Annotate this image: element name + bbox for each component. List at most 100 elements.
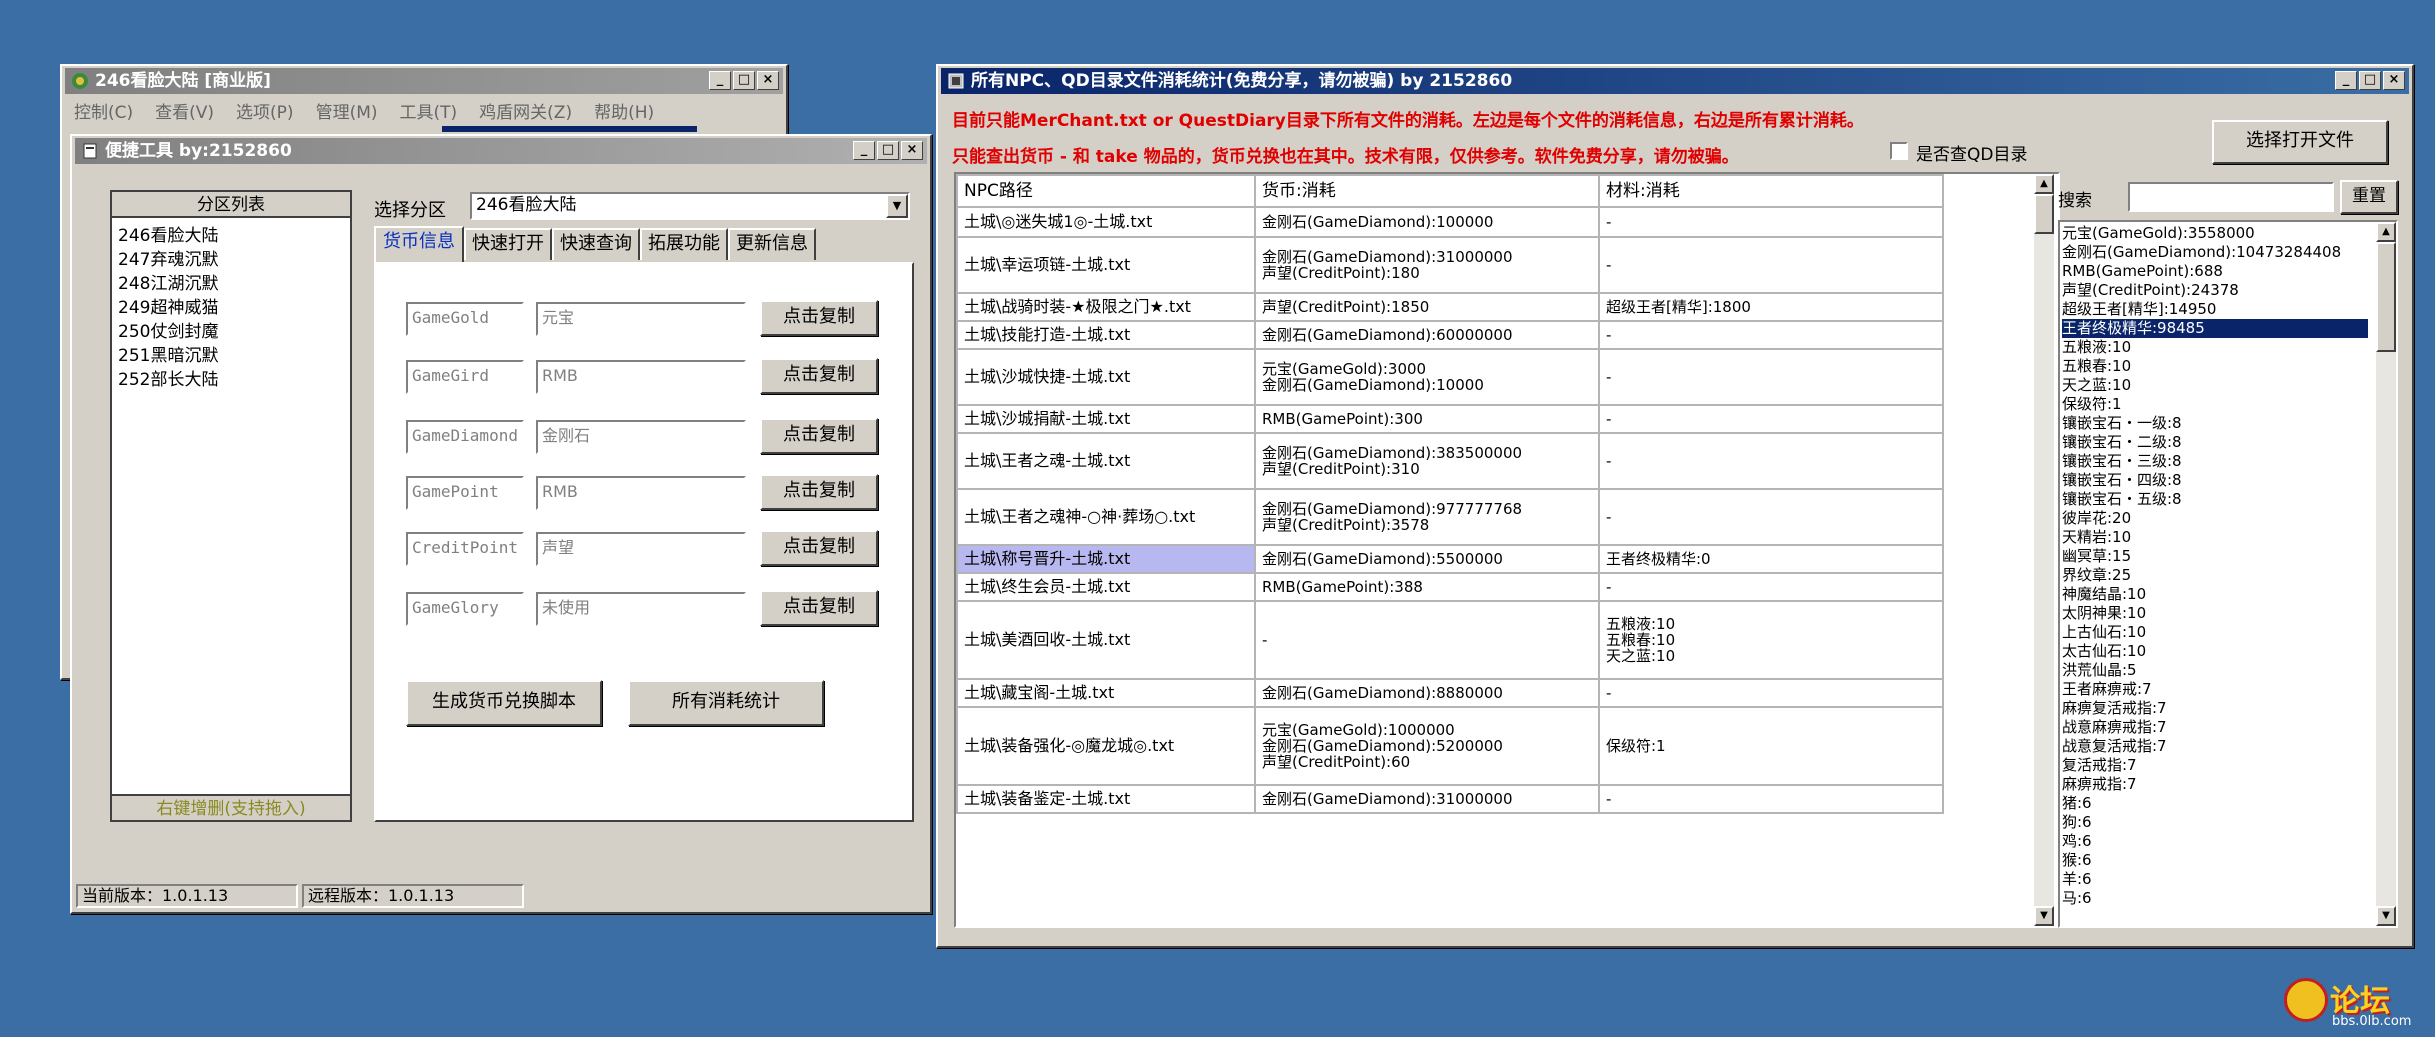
table-row[interactable]: 土城\王者之魂神-○神·葬场○.txt 金刚石(GameDiamond):9777… bbox=[956, 488, 2023, 546]
scroll-thumb[interactable] bbox=[2034, 194, 2054, 234]
tool-close-button[interactable]: × bbox=[901, 141, 923, 160]
cell-material[interactable]: - bbox=[1598, 488, 1944, 546]
scroll-up-icon[interactable]: ▲ bbox=[2034, 174, 2054, 194]
table-scrollbar[interactable]: ▲ ▼ bbox=[2034, 174, 2054, 926]
cell-path[interactable]: 土城\装备鉴定-土城.txt bbox=[956, 784, 1256, 814]
table-row[interactable]: 土城\终生会员-土城.txt RMB(GamePoint):388- bbox=[956, 572, 2023, 602]
total-item[interactable]: 五粮春:10 bbox=[2062, 357, 2368, 376]
zone-item[interactable]: 252部长大陆 bbox=[118, 368, 218, 392]
currency-code-field[interactable]: GameGold bbox=[406, 302, 524, 336]
currency-code-field[interactable]: CreditPoint bbox=[406, 532, 524, 566]
total-item[interactable]: 麻痹戒指:7 bbox=[2062, 775, 2368, 794]
cell-material[interactable]: 王者终极精华:0 bbox=[1598, 544, 1944, 574]
cell-material[interactable]: - bbox=[1598, 404, 1944, 434]
cell-currency[interactable]: 金刚石(GameDiamond):100000 bbox=[1254, 206, 1600, 238]
cell-currency[interactable]: 金刚石(GameDiamond):60000000 bbox=[1254, 320, 1600, 350]
total-item[interactable]: 五粮液:10 bbox=[2062, 338, 2368, 357]
currency-name-field[interactable]: 声望 bbox=[536, 532, 746, 566]
total-item[interactable]: 太阴神果:10 bbox=[2062, 604, 2368, 623]
table-row[interactable]: 土城\王者之魂-土城.txt 金刚石(GameDiamond):383500000… bbox=[956, 432, 2023, 490]
total-item[interactable]: 镶嵌宝石・五级:8 bbox=[2062, 490, 2368, 509]
open-file-button[interactable]: 选择打开文件 bbox=[2212, 120, 2388, 164]
table-row[interactable]: 土城\美酒回收-土城.txt - 五粮液:10 五粮春:10 天之蓝:10 bbox=[956, 600, 2023, 680]
total-item[interactable]: 镶嵌宝石・一级:8 bbox=[2062, 414, 2368, 433]
stats-minimize-button[interactable]: _ bbox=[2335, 71, 2357, 90]
total-item[interactable]: 保级符:1 bbox=[2062, 395, 2368, 414]
maximize-button[interactable]: □ bbox=[733, 71, 755, 90]
total-item[interactable]: 麻痹复活戒指:7 bbox=[2062, 699, 2368, 718]
cell-currency[interactable]: 金刚石(GameDiamond):977777768 声望(CreditPoin… bbox=[1254, 488, 1600, 546]
cell-currency[interactable]: 金刚石(GameDiamond):31000000 bbox=[1254, 784, 1600, 814]
total-item[interactable]: 复活戒指:7 bbox=[2062, 756, 2368, 775]
cell-path[interactable]: 土城\幸运项链-土城.txt bbox=[956, 236, 1256, 294]
tab-quick-open[interactable]: 快速打开 bbox=[464, 228, 552, 260]
cell-material[interactable]: - bbox=[1598, 432, 1944, 490]
cell-currency[interactable]: RMB(GamePoint):300 bbox=[1254, 404, 1600, 434]
menu-view[interactable]: 查看(V) bbox=[155, 103, 214, 123]
currency-name-field[interactable]: 元宝 bbox=[536, 302, 746, 336]
total-item[interactable]: 马:6 bbox=[2062, 889, 2368, 908]
total-item[interactable]: 羊:6 bbox=[2062, 870, 2368, 889]
menu-options[interactable]: 选项(P) bbox=[236, 103, 294, 123]
currency-code-field[interactable]: GamePoint bbox=[406, 476, 524, 510]
zone-item[interactable]: 249超神威猫 bbox=[118, 296, 218, 320]
cell-currency[interactable]: 金刚石(GameDiamond):383500000 声望(CreditPoin… bbox=[1254, 432, 1600, 490]
menu-tools[interactable]: 工具(T) bbox=[400, 103, 458, 123]
currency-name-field[interactable]: RMB bbox=[536, 476, 746, 510]
total-item[interactable]: 元宝(GameGold):3558000 bbox=[2062, 224, 2368, 243]
cell-material[interactable]: - bbox=[1598, 348, 1944, 406]
zone-item[interactable]: 250仗剑封魔 bbox=[118, 320, 218, 344]
cell-material[interactable]: - bbox=[1598, 236, 1944, 294]
total-item[interactable]: 声望(CreditPoint):24378 bbox=[2062, 281, 2368, 300]
cell-currency[interactable]: 金刚石(GameDiamond):5500000 bbox=[1254, 544, 1600, 574]
generate-exchange-script-button[interactable]: 生成货币兑换脚本 bbox=[406, 680, 602, 726]
table-row[interactable]: 土城\称号晋升-土城.txt 金刚石(GameDiamond):5500000 王者… bbox=[956, 544, 2023, 574]
copy-button[interactable]: 点击复制 bbox=[760, 418, 878, 454]
tab-update-info[interactable]: 更新信息 bbox=[728, 228, 816, 260]
total-item[interactable]: 镶嵌宝石・二级:8 bbox=[2062, 433, 2368, 452]
column-header-currency[interactable]: 货币:消耗 bbox=[1254, 174, 1600, 208]
total-item[interactable]: 王者麻痹戒:7 bbox=[2062, 680, 2368, 699]
cell-currency[interactable]: 声望(CreditPoint):1850 bbox=[1254, 292, 1600, 322]
cell-material[interactable]: - bbox=[1598, 320, 1944, 350]
zone-item[interactable]: 248江湖沉默 bbox=[118, 272, 218, 296]
totals-list[interactable]: 元宝(GameGold):3558000 金刚石(GameDiamond):104… bbox=[2062, 224, 2368, 908]
cell-path[interactable]: 土城\美酒回收-土城.txt bbox=[956, 600, 1256, 680]
cell-material[interactable]: 保级符:1 bbox=[1598, 706, 1944, 786]
copy-button[interactable]: 点击复制 bbox=[760, 358, 878, 394]
cell-currency[interactable]: 元宝(GameGold):3000 金刚石(GameDiamond):10000 bbox=[1254, 348, 1600, 406]
cell-path[interactable]: 土城\沙城快捷-土城.txt bbox=[956, 348, 1256, 406]
tab-quick-query[interactable]: 快速查询 bbox=[552, 228, 640, 260]
total-item[interactable]: 金刚石(GameDiamond):10473284408 bbox=[2062, 243, 2368, 262]
cell-path[interactable]: 土城\沙城捐献-土城.txt bbox=[956, 404, 1256, 434]
cell-path[interactable]: 土城\◎迷失城1◎-土城.txt bbox=[956, 206, 1256, 238]
total-item[interactable]: 太古仙石:10 bbox=[2062, 642, 2368, 661]
cell-material[interactable]: 超级王者[精华]:1800 bbox=[1598, 292, 1944, 322]
cell-currency[interactable]: 金刚石(GameDiamond):8880000 bbox=[1254, 678, 1600, 708]
totals-scroll-up-icon[interactable]: ▲ bbox=[2376, 222, 2396, 242]
totals-scrollbar[interactable]: ▲ ▼ bbox=[2376, 222, 2396, 926]
cell-currency[interactable]: 金刚石(GameDiamond):31000000 声望(CreditPoint… bbox=[1254, 236, 1600, 294]
tab-currency-info[interactable]: 货币信息 bbox=[374, 226, 464, 262]
cell-currency[interactable]: - bbox=[1254, 600, 1600, 680]
total-item[interactable]: 猪:6 bbox=[2062, 794, 2368, 813]
minimize-button[interactable]: _ bbox=[709, 71, 731, 90]
total-item[interactable]: 界纹章:25 bbox=[2062, 566, 2368, 585]
total-item[interactable]: 洪荒仙晶:5 bbox=[2062, 661, 2368, 680]
cell-path[interactable]: 土城\技能打造-土城.txt bbox=[956, 320, 1256, 350]
cell-material[interactable]: - bbox=[1598, 206, 1944, 238]
currency-code-field[interactable]: GameGlory bbox=[406, 592, 524, 626]
total-item[interactable]: 战意复活戒指:7 bbox=[2062, 737, 2368, 756]
zone-list[interactable]: 246看脸大陆 247弃魂沉默 248江湖沉默 249超神威猫 250仗剑封魔 … bbox=[118, 224, 218, 392]
total-item[interactable]: 战意麻痹戒指:7 bbox=[2062, 718, 2368, 737]
menu-gateway[interactable]: 鸡盾网关(Z) bbox=[479, 103, 572, 123]
currency-code-field[interactable]: GameDiamond bbox=[406, 420, 524, 454]
cell-material[interactable]: 五粮液:10 五粮春:10 天之蓝:10 bbox=[1598, 600, 1944, 680]
total-item[interactable]: 镶嵌宝石・四级:8 bbox=[2062, 471, 2368, 490]
copy-button[interactable]: 点击复制 bbox=[760, 590, 878, 626]
cell-material[interactable]: - bbox=[1598, 784, 1944, 814]
total-item[interactable]: 幽冥草:15 bbox=[2062, 547, 2368, 566]
qd-directory-checkbox[interactable] bbox=[1890, 142, 1908, 160]
reset-button[interactable]: 重置 bbox=[2340, 180, 2398, 214]
table-row[interactable]: 土城\沙城快捷-土城.txt 元宝(GameGold):3000 金刚石(Game… bbox=[956, 348, 2023, 406]
